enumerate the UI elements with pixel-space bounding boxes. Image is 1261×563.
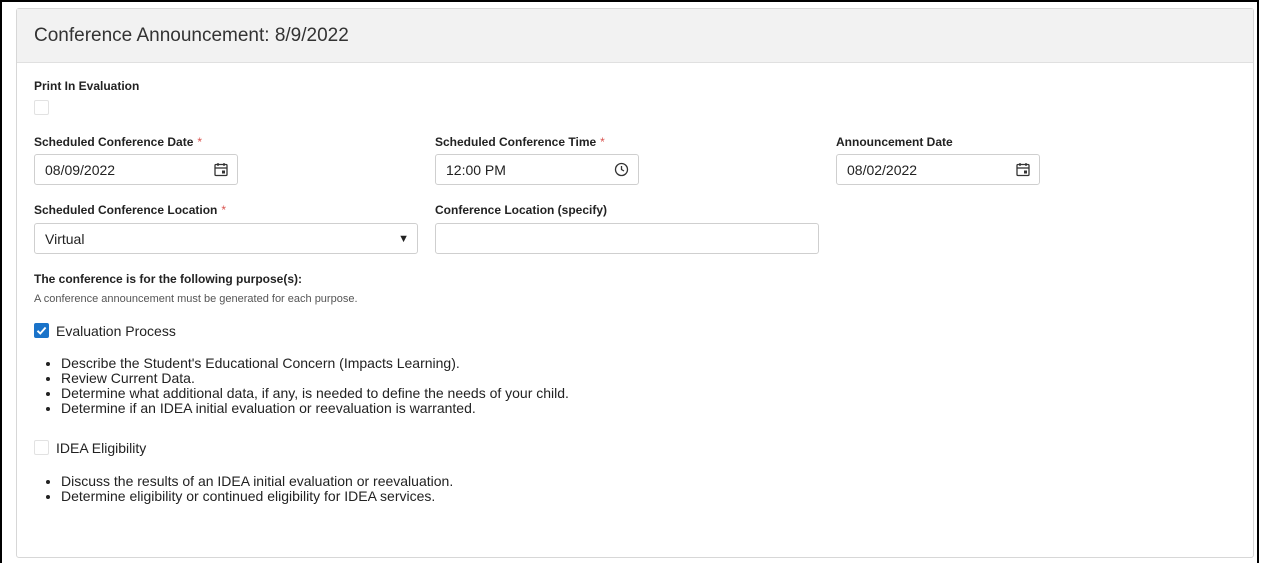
evaluation-process-label[interactable]: Evaluation Process [56,323,176,339]
announcement-date-label: Announcement Date [836,135,953,149]
scheduled-time-value: 12:00 PM [446,161,506,178]
purposes-help-text: A conference announcement must be genera… [34,293,358,305]
panel-title: Conference Announcement: 8/9/2022 [34,24,349,46]
location-specify-label: Conference Location (specify) [435,203,608,217]
list-item: Review Current Data. [61,371,569,386]
required-mark: * [600,135,605,149]
announcement-date-value: 08/02/2022 [847,161,918,178]
print-in-evaluation-label: Print In Evaluation [34,79,140,93]
list-item: Determine what additional data, if any, … [61,386,569,401]
list-item: Discuss the results of an IDEA initial e… [61,474,453,489]
location-label: Scheduled Conference Location * [34,203,227,217]
location-select[interactable]: Virtual ▼ [34,223,418,254]
list-item: Determine eligibility or continued eligi… [61,489,453,504]
scheduled-date-value: 08/09/2022 [45,161,116,178]
clock-icon[interactable] [614,162,629,180]
calendar-icon[interactable] [1016,162,1030,180]
panel-header: Conference Announcement: 8/9/2022 [17,9,1253,63]
required-mark: * [221,203,227,217]
scheduled-time-input[interactable]: 12:00 PM [435,154,639,185]
purposes-heading: The conference is for the following purp… [34,272,303,286]
idea-eligibility-checkbox[interactable] [34,440,49,455]
calendar-icon[interactable] [214,162,228,180]
evaluation-process-checkbox[interactable] [34,323,49,338]
idea-eligibility-bullets: Discuss the results of an IDEA initial e… [43,474,453,504]
scheduled-date-input[interactable]: 08/09/2022 [34,154,238,185]
scheduled-time-label: Scheduled Conference Time * [435,135,605,149]
list-item: Determine if an IDEA initial evaluation … [61,401,569,416]
evaluation-process-bullets: Describe the Student's Educational Conce… [43,356,569,416]
announcement-date-input[interactable]: 08/02/2022 [836,154,1040,185]
scheduled-date-label: Scheduled Conference Date * [34,135,203,149]
required-mark: * [197,135,203,149]
print-in-evaluation-checkbox[interactable] [34,100,49,115]
caret-down-icon[interactable]: ▼ [398,233,409,245]
location-selected-value: Virtual [45,230,85,247]
check-icon [36,326,47,335]
idea-eligibility-label[interactable]: IDEA Eligibility [56,440,146,456]
location-specify-input[interactable] [435,223,819,254]
list-item: Describe the Student's Educational Conce… [61,356,569,371]
